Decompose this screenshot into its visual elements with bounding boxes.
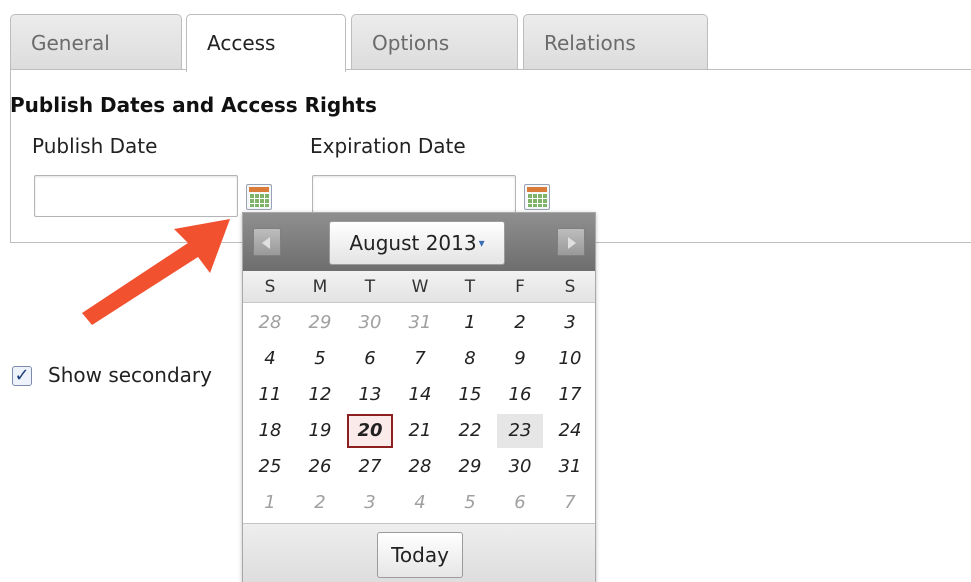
show-secondary-checkbox[interactable]: ✓ [12, 366, 32, 386]
calendar-day[interactable]: 7 [397, 342, 443, 376]
calendar-day[interactable]: 29 [297, 306, 343, 340]
calendar-day[interactable]: 3 [547, 306, 593, 340]
calendar-day[interactable]: 15 [447, 378, 493, 412]
calendar-day[interactable]: 14 [397, 378, 443, 412]
calendar-day[interactable]: 30 [497, 450, 543, 484]
tab-options[interactable]: Options [351, 14, 518, 70]
calendar-day[interactable]: 9 [497, 342, 543, 376]
calendar-day[interactable]: 25 [247, 450, 293, 484]
weekday-header: S M T W T F S [243, 271, 595, 303]
calendar-day[interactable]: 8 [447, 342, 493, 376]
datepicker-footer: Today [243, 523, 595, 582]
calendar-day[interactable]: 29 [447, 450, 493, 484]
calendar-day[interactable]: 2 [497, 306, 543, 340]
calendar-day[interactable]: 27 [347, 450, 393, 484]
section-title: Publish Dates and Access Rights [10, 93, 377, 117]
caret-down-icon: ▾ [478, 236, 485, 250]
calendar-day[interactable]: 21 [397, 414, 443, 448]
weekday-label: S [564, 277, 576, 297]
weekday-label: W [411, 277, 429, 297]
tab-general[interactable]: General [10, 14, 182, 70]
calendar-day[interactable]: 10 [547, 342, 593, 376]
calendar-day[interactable]: 28 [247, 306, 293, 340]
calendar-day[interactable]: 1 [247, 486, 293, 520]
calendar-day[interactable]: 22 [447, 414, 493, 448]
weekday-label: T [364, 277, 376, 297]
calendar-day[interactable]: 6 [347, 342, 393, 376]
show-secondary-label: Show secondary [48, 363, 212, 387]
weekday-label: S [264, 277, 276, 297]
calendar-day[interactable]: 1 [447, 306, 493, 340]
weekday-label: T [464, 277, 476, 297]
publish-calendar-icon[interactable] [246, 184, 272, 210]
calendar-day[interactable]: 19 [297, 414, 343, 448]
calendar-day[interactable]: 5 [447, 486, 493, 520]
calendar-day[interactable]: 12 [297, 378, 343, 412]
next-month-button[interactable] [557, 228, 585, 256]
calendar-day[interactable]: 7 [547, 486, 593, 520]
calendar-day[interactable]: 13 [347, 378, 393, 412]
weekday-label: M [312, 277, 328, 297]
tab-access[interactable]: Access [186, 14, 346, 72]
month-select-button[interactable]: August 2013 ▾ [329, 221, 505, 265]
expiration-date-label: Expiration Date [310, 134, 466, 158]
calendar-day[interactable]: 3 [347, 486, 393, 520]
calendar-day[interactable]: 24 [547, 414, 593, 448]
chevron-left-icon [262, 237, 270, 249]
month-label: August 2013 [349, 231, 477, 255]
expiration-calendar-icon[interactable] [524, 184, 550, 210]
calendar-day[interactable]: 6 [497, 486, 543, 520]
calendar-day[interactable]: 31 [547, 450, 593, 484]
calendar-day[interactable]: 20 [347, 414, 393, 448]
calendar-day[interactable]: 11 [247, 378, 293, 412]
expiration-date-input[interactable] [312, 175, 516, 217]
calendar-day[interactable]: 31 [397, 306, 443, 340]
pointer-arrow-icon [82, 219, 230, 325]
calendar-day[interactable]: 4 [397, 486, 443, 520]
chevron-right-icon [568, 237, 576, 249]
datepicker: August 2013 ▾ S M T W T F S 28 29 30 31 1 2 3 4 5… [242, 212, 596, 582]
calendar-day[interactable]: 26 [297, 450, 343, 484]
calendar-day[interactable]: 17 [547, 378, 593, 412]
calendar-day[interactable]: 2 [297, 486, 343, 520]
calendar-day[interactable]: 18 [247, 414, 293, 448]
calendar-day[interactable]: 30 [347, 306, 393, 340]
today-button[interactable]: Today [377, 532, 463, 578]
calendar-day[interactable]: 23 [497, 414, 543, 448]
calendar-day[interactable]: 4 [247, 342, 293, 376]
weekday-label: F [515, 277, 525, 297]
calendar-day[interactable]: 5 [297, 342, 343, 376]
tab-relations[interactable]: Relations [523, 14, 708, 70]
publish-date-label: Publish Date [32, 134, 158, 158]
calendar-day[interactable]: 28 [397, 450, 443, 484]
calendar-day[interactable]: 16 [497, 378, 543, 412]
datepicker-header: August 2013 ▾ [243, 213, 595, 271]
prev-month-button[interactable] [253, 228, 281, 256]
